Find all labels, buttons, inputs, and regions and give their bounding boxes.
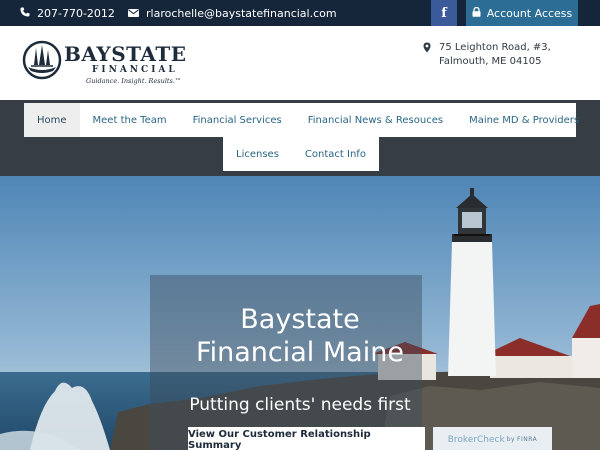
hero-title-line-2: Financial Maine — [196, 337, 404, 368]
nav-item-contact-info[interactable]: Contact Info — [292, 137, 379, 171]
email-link[interactable]: rlarochelle@baystatefinancial.com — [128, 0, 337, 26]
facebook-button[interactable]: f — [431, 0, 457, 26]
hero-subtitle: Putting clients' needs first — [189, 395, 411, 415]
customer-relationship-summary-button[interactable]: View Our Customer Relationship Summary — [188, 427, 425, 450]
phone-icon — [20, 7, 30, 20]
map-pin-icon — [423, 42, 431, 58]
logo-tagline: Guidance. Insight. Results.™ — [86, 77, 182, 85]
nav-item-licenses[interactable]: Licenses — [223, 137, 292, 171]
email-address: rlarochelle@baystatefinancial.com — [146, 6, 337, 20]
brokercheck-button[interactable]: BrokerCheck by FINRA — [433, 427, 552, 450]
lock-icon — [472, 6, 481, 20]
brokercheck-by: by — [506, 436, 516, 443]
logo-subword: FINANCIAL — [92, 65, 178, 75]
address-line-1: 75 Leighton Road, #3, — [439, 42, 551, 53]
site-header: BAYSTATE FINANCIAL Guidance. Insight. Re… — [0, 26, 600, 100]
office-address: 75 Leighton Road, #3, Falmouth, ME 04105 — [423, 41, 551, 69]
address-line-2: Falmouth, ME 04105 — [439, 56, 542, 67]
hero-title: Baystate Financial Maine — [150, 303, 450, 369]
main-navigation: Home Meet the Team Financial Services Fi… — [0, 100, 600, 176]
phone-number: 207-770-2012 — [37, 6, 115, 20]
account-access-button[interactable]: Account Access — [466, 0, 578, 26]
nav-row-1: Home Meet the Team Financial Services Fi… — [24, 103, 579, 137]
nav-item-financial-services[interactable]: Financial Services — [180, 103, 295, 137]
baystate-logo[interactable]: BAYSTATE FINANCIAL Guidance. Insight. Re… — [22, 40, 202, 86]
brokercheck-label: BrokerCheck — [447, 434, 505, 445]
nav-row-2: Licenses Contact Info — [223, 137, 379, 171]
ship-emblem-icon — [22, 40, 62, 80]
top-bar: 207-770-2012 rlarochelle@baystatefinanci… — [0, 0, 600, 26]
nav-item-financial-news[interactable]: Financial News & Resouces — [295, 103, 456, 137]
nav-item-meet-the-team[interactable]: Meet the Team — [80, 103, 180, 137]
phone-link[interactable]: 207-770-2012 — [20, 0, 115, 26]
nav-item-maine-md-providers[interactable]: Maine MD & Providers — [456, 103, 592, 137]
nav-item-home[interactable]: Home — [24, 103, 80, 137]
facebook-icon: f — [441, 5, 447, 21]
envelope-icon — [128, 7, 139, 20]
logo-wordmark: BAYSTATE — [64, 42, 187, 66]
hero-title-line-1: Baystate — [240, 304, 360, 335]
finra-label: FINRA — [517, 436, 538, 443]
account-access-label: Account Access — [486, 6, 573, 20]
hero-banner: Baystate Financial Maine Putting clients… — [0, 176, 600, 450]
